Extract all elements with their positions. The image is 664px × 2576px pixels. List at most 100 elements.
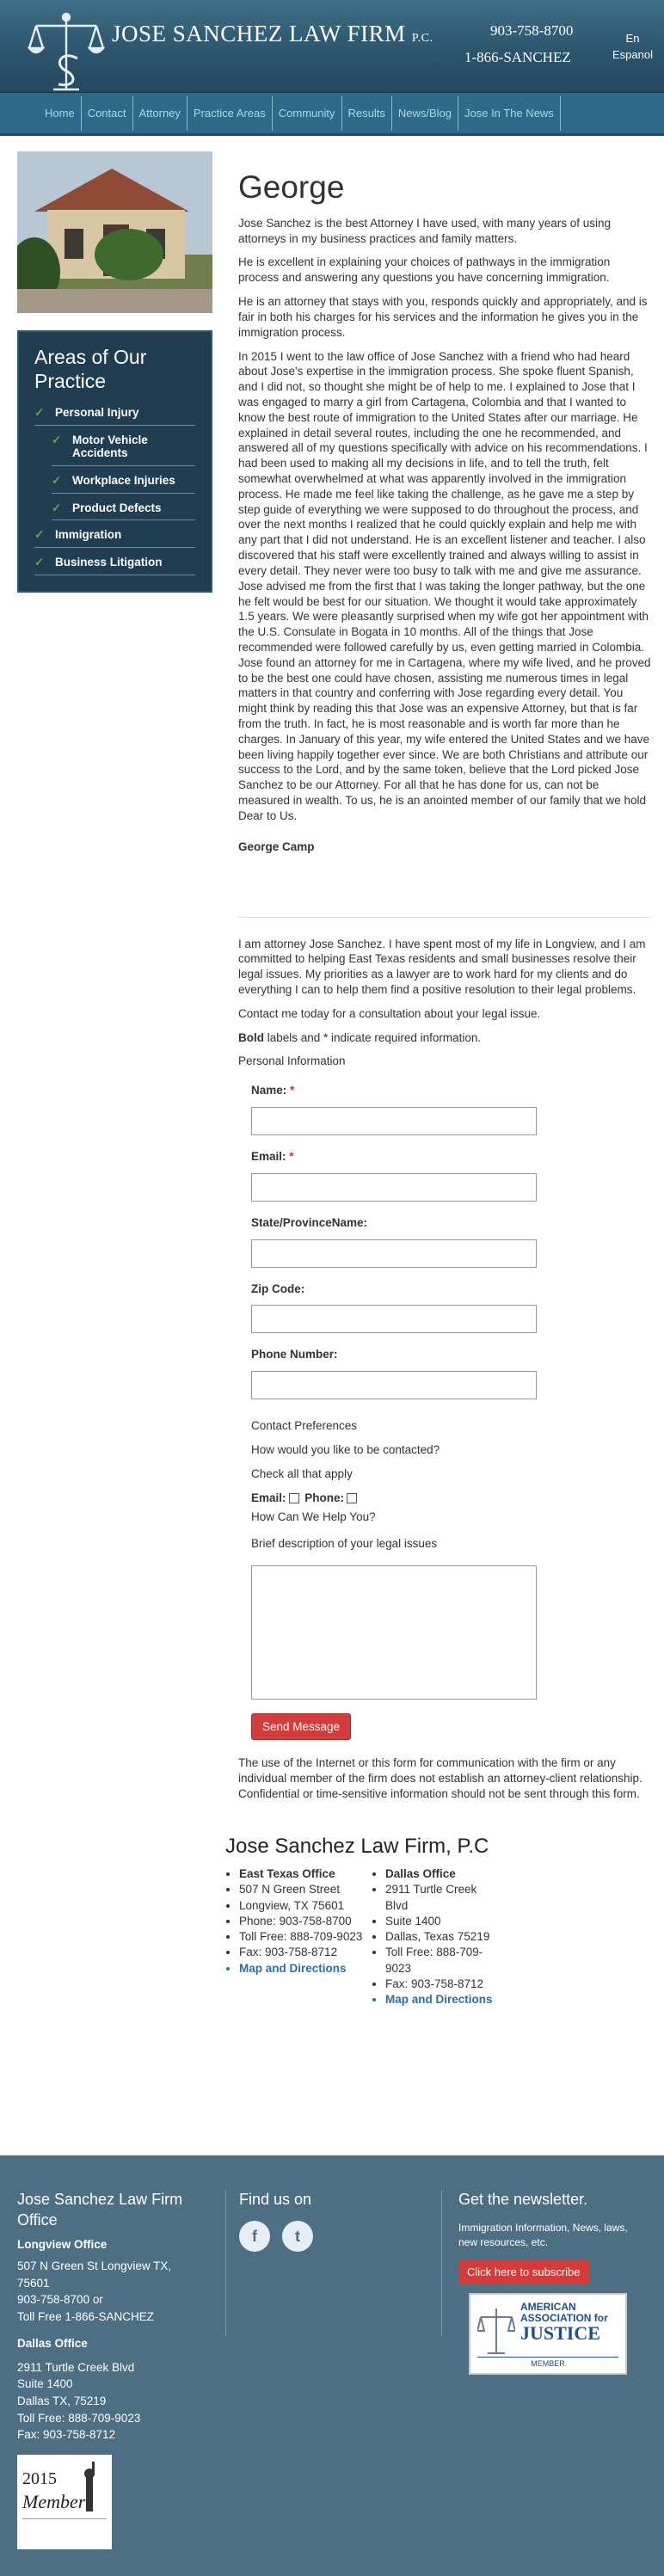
find-us-heading: Find us on (239, 2191, 312, 2208)
practice-area-product-defects[interactable]: ✓ Product Defects (52, 494, 195, 521)
disclaimer: The use of the Internet or this form for… (238, 1756, 642, 1800)
required-asterisk: * (290, 1084, 295, 1097)
contact-method-options: Email: Phone: (251, 1491, 651, 1506)
footer-divider (441, 2190, 442, 2336)
badge-rule (22, 2518, 107, 2519)
footer-line: Toll Free: 888-709-9023 (17, 2411, 141, 2425)
office-line: Toll Free: 888-709-9023 (385, 1945, 496, 1976)
main-content: George Jose Sanchez is the best Attorney… (225, 136, 651, 2021)
email-input[interactable] (251, 1172, 537, 1202)
practice-area-label: Business Litigation (55, 556, 163, 569)
required-note: Bold labels and * indicate required info… (238, 1030, 651, 1046)
footer-line: Toll Free 1-866-SANCHEZ (17, 2309, 155, 2323)
phone-input[interactable] (251, 1371, 537, 1400)
liberty-icon (84, 2462, 95, 2511)
nav-jose-in-the-news[interactable]: Jose In The News (458, 96, 561, 131)
required-note-bold: Bold (238, 1030, 264, 1044)
header-phone[interactable]: 903-758-8700 (490, 22, 573, 40)
zip-label: Zip Code: (251, 1282, 305, 1295)
east-texas-office: East Texas Office 507 N Green Street Lon… (225, 1866, 363, 1977)
firm-suffix: P.C. (411, 32, 433, 45)
office-line: Phone: 903-758-8700 (239, 1914, 363, 1929)
footer-line: Fax: 903-758-8712 (17, 2428, 116, 2442)
send-message-button[interactable]: Send Message (251, 1713, 352, 1741)
twitter-icon[interactable]: t (282, 2220, 313, 2252)
legal-issue-textarea[interactable] (251, 1565, 537, 1700)
aaj-scales-icon (477, 2309, 515, 2354)
language-link-espanol[interactable]: En Espanol (612, 31, 653, 64)
map-directions-link[interactable]: Map and Directions (239, 1961, 363, 1977)
check-icon: ✓ (52, 473, 62, 487)
footer-office-column: Jose Sanchez Law Firm Office Longview Of… (17, 2190, 206, 2444)
nav-news-blog[interactable]: News/Blog (392, 96, 458, 131)
email-label: Email: * (251, 1150, 294, 1164)
footer-line: 903-758-8700 or (17, 2293, 103, 2307)
subscribe-button[interactable]: Click here to subscribe (458, 2259, 589, 2284)
check-icon: ✓ (34, 528, 45, 542)
practice-area-label: Personal Injury (55, 406, 139, 420)
nav-community[interactable]: Community (273, 96, 342, 131)
footer-newsletter-column: Get the newsletter. Immigration Informat… (458, 2190, 630, 2284)
badge-year: 2015 (22, 2469, 57, 2488)
name-input[interactable] (251, 1107, 537, 1136)
check-icon: ✓ (52, 433, 62, 447)
footer-divider (225, 2190, 226, 2336)
practice-area-personal-injury[interactable]: ✓ Personal Injury (34, 398, 195, 427)
firm-name[interactable]: JOSE SANCHEZ LAW FIRM P.C. (112, 19, 433, 50)
testimonial-paragraph: Jose Sanchez is the best Attorney I have… (238, 216, 611, 245)
practice-area-workplace[interactable]: ✓ Workplace Injuries (52, 466, 195, 494)
aaj-member-badge[interactable]: AMERICAN ASSOCIATION for JUSTICE MEMBER (469, 2293, 627, 2375)
personal-info-heading: Personal Information (238, 1054, 346, 1068)
email-checkbox[interactable] (288, 1493, 299, 1504)
name-label: Name: * (251, 1084, 295, 1097)
map-directions-link[interactable]: Map and Directions (385, 1992, 496, 2007)
footer-line: Dallas TX, 75219 (17, 2395, 107, 2407)
practice-area-label: Immigration (55, 528, 122, 542)
testimonial-paragraph: He is an attorney that stays with you, r… (238, 295, 648, 339)
nav-practice-areas[interactable]: Practice Areas (188, 96, 273, 131)
contact-cta: Contact me today for a consultation abou… (238, 1006, 541, 1020)
phone-option-label: Phone: (304, 1491, 345, 1504)
office-line: Fax: 903-758-8712 (239, 1945, 363, 1960)
nav-home[interactable]: Home (39, 96, 82, 131)
footer-longview-heading: Longview Office (17, 2237, 108, 2251)
dallas-office: Dallas Office 2911 Turtle Creek Blvd Sui… (372, 1866, 496, 2007)
check-icon: ✓ (34, 556, 45, 569)
main-nav: Home Contact Attorney Practice Areas Com… (0, 93, 664, 136)
nav-contact[interactable]: Contact (82, 96, 133, 131)
aaj-line: AMERICAN (520, 2301, 576, 2313)
practice-area-label: Motor Vehicle Accidents (72, 433, 148, 459)
office-line: Dallas, Texas 75219 (385, 1929, 496, 1945)
lang-line-1: En (625, 32, 640, 45)
practice-area-immigration[interactable]: ✓ Immigration (34, 520, 195, 549)
office-heading: Dallas Office (385, 1866, 496, 1882)
house-photo (17, 151, 212, 313)
practice-area-label: Workplace Injuries (72, 473, 175, 487)
aaj-text: AMERICAN ASSOCIATION for JUSTICE (520, 2302, 608, 2343)
state-input[interactable] (251, 1239, 537, 1268)
brief-description-label: Brief description of your legal issues (251, 1537, 438, 1551)
practice-area-business-litigation[interactable]: ✓ Business Litigation (34, 548, 195, 576)
site-header: JOSE SANCHEZ LAW FIRM P.C. 903-758-8700 … (0, 0, 664, 93)
nav-attorney[interactable]: Attorney (133, 96, 188, 131)
office-line: Fax: 903-758-8712 (385, 1977, 496, 1992)
offices: East Texas Office 507 N Green Street Lon… (238, 1866, 651, 2021)
offices-title: Jose Sanchez Law Firm, P.C (225, 1834, 489, 1858)
office-heading: East Texas Office (239, 1866, 363, 1882)
footer-social-column: Find us on ft (239, 2190, 325, 2252)
phone-label: Phone Number: (251, 1348, 338, 1362)
facebook-icon[interactable]: f (239, 2220, 270, 2252)
scales-logo-icon[interactable] (28, 10, 105, 91)
header-toll-free[interactable]: 1-866-SANCHEZ (464, 48, 571, 67)
check-icon: ✓ (34, 406, 45, 420)
office-line: Toll Free: 888-709-9023 (239, 1929, 363, 1945)
testimonial-paragraph: He is excellent in explaining your choic… (238, 255, 611, 285)
footer-dallas-heading: Dallas Office (17, 2337, 88, 2351)
state-label: State/ProvinceName: (251, 1215, 368, 1229)
phone-checkbox[interactable] (347, 1493, 358, 1504)
nav-results[interactable]: Results (342, 96, 392, 131)
testimonial-paragraph: In 2015 I went to the law office of Jose… (238, 349, 651, 822)
practice-area-label: Product Defects (72, 501, 162, 514)
practice-area-motor-vehicle[interactable]: ✓ Motor Vehicle Accidents (52, 426, 195, 466)
zip-input[interactable] (251, 1305, 537, 1334)
